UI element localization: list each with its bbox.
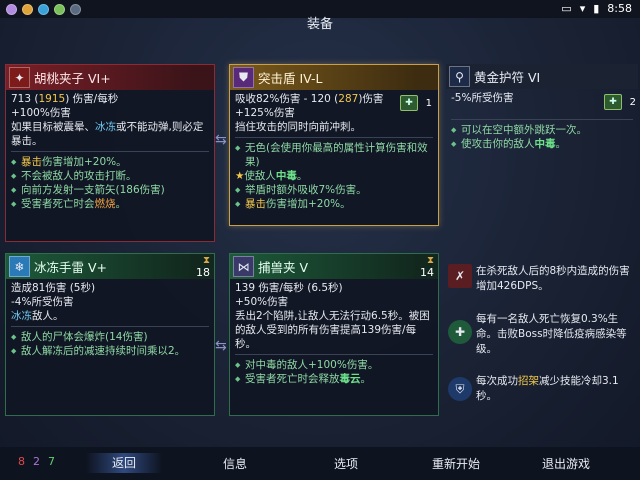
- amulet-icon: ⚲: [449, 66, 470, 87]
- kill-dps-icon: ✗: [448, 264, 472, 288]
- affix: 使攻击你的敌人中毒。: [451, 137, 633, 151]
- back-button[interactable]: 返回: [86, 453, 163, 473]
- item-description: 秒。: [235, 338, 256, 350]
- affix: 举盾时额外吸收7%伤害。: [235, 183, 433, 197]
- mutation-text: 每有一名敌人死亡恢复0.3%生命。击败Boss时降低疫病感染等级。: [476, 313, 627, 355]
- divider: [11, 326, 209, 327]
- swap-arrow-icon: ⇆: [215, 338, 227, 354]
- divider: [235, 137, 433, 138]
- item-name: 捕兽夹 V: [258, 260, 309, 275]
- nutcracker-icon: ✦: [9, 67, 30, 88]
- swap-arrow-icon: ⇆: [215, 132, 227, 148]
- affix: 敌人解冻后的减速持续时间乘以2。: [11, 344, 209, 358]
- mutation-text: 每次成功招架减少技能冷却3.1秒。: [476, 375, 619, 402]
- item-card-golden-amulet[interactable]: ⚲ 黄金护符 VI ✚ 2 -5%所受伤害 可以在空中额外跳跃一次。 使攻击你的…: [446, 64, 638, 184]
- info-button[interactable]: 信息: [223, 455, 247, 472]
- dps-line: 713 (1915) 伤害/每秒: [11, 93, 119, 105]
- damage-bonus: +100%伤害: [11, 107, 71, 119]
- damage-line: 造成81伤害 (5秒): [11, 282, 96, 294]
- ice-grenade-icon: ❄: [9, 256, 30, 277]
- divider: [11, 151, 209, 152]
- damage-bonus: +50%伤害: [235, 296, 289, 308]
- restart-button[interactable]: 重新开始: [432, 455, 480, 472]
- defense-line: -4%所受伤害: [11, 296, 74, 308]
- affix: 向前方发射一支箭矢(186伤害): [11, 183, 209, 197]
- item-name: 冰冻手雷 V+: [34, 260, 107, 275]
- item-description: 的敌人受到的所有伤害提高139伤害/每: [235, 324, 417, 336]
- item-card-wolf-trap[interactable]: ⋈ 捕兽夹 V ⧗ 14 139 伤害/每秒 (6.5秒) +50%伤害 丢出2个…: [229, 253, 439, 416]
- hourglass-icon: ⧗: [426, 254, 434, 266]
- affix: 不会被敌人的攻击打断。: [11, 169, 209, 183]
- affix-continued: 果): [245, 156, 260, 168]
- heal-icon: ✚: [448, 320, 472, 344]
- affix: 暴击伤害增加+20%。: [235, 197, 433, 211]
- item-description: 暴击。: [11, 135, 43, 147]
- item-name: 黄金护符 VI: [474, 70, 541, 85]
- bottom-menu: 827 返回 信息 选项 重新开始 退出游戏: [0, 447, 640, 480]
- cell-counters: 827: [18, 455, 63, 468]
- dps-line: 139 伤害/每秒 (6.5秒): [235, 282, 343, 294]
- quit-game-button[interactable]: 退出游戏: [542, 455, 590, 472]
- red-cell-count: 8: [18, 455, 33, 468]
- trap-icon: ⋈: [233, 256, 254, 277]
- affix: 敌人的尸体会爆炸(14伤害): [11, 330, 209, 344]
- legendary-affix: ★使敌人中毒。: [235, 170, 308, 182]
- cooldown: ⧗ 18: [196, 254, 210, 279]
- divider: [235, 354, 433, 355]
- affix: 可以在空中额外跳跃一次。: [451, 123, 633, 137]
- item-card-ice-grenade[interactable]: ❄ 冰冻手雷 V+ ⧗ 18 造成81伤害 (5秒) -4%所受伤害 冰冻敌人。 …: [5, 253, 215, 416]
- affix: 受害者死亡时会燃烧。: [11, 197, 209, 211]
- affix: 暴击伤害增加+20%。: [11, 155, 209, 169]
- mutation-heal[interactable]: ✚ 每有一名敌人死亡恢复0.3%生命。击败Boss时降低疫病感染等级。: [448, 312, 638, 362]
- options-button[interactable]: 选项: [334, 455, 358, 472]
- scroll-count: 2: [629, 97, 636, 108]
- divider: [451, 119, 633, 120]
- page-title: 装备: [306, 17, 333, 32]
- shield-icon: ⛊: [233, 67, 254, 88]
- affix: 受害者死亡时会释放毒云。: [235, 372, 433, 386]
- scroll-icon: ✚: [400, 95, 418, 111]
- item-card-assault-shield[interactable]: ⛊ 突击盾 IV-L ✚ 1 吸收82%伤害 - 120 (287)伤害 +12…: [229, 64, 439, 226]
- purple-cell-count: 2: [33, 455, 48, 468]
- cooldown: ⧗ 14: [420, 254, 434, 279]
- parry-icon: ⛨: [448, 377, 472, 401]
- item-description: 如果目标被震晕、冰冻或不能动弹,则必定: [11, 121, 204, 133]
- mutation-text: 在杀死敌人后的8秒内造成的伤害增加426DPS。: [476, 265, 630, 292]
- scroll-count: 1: [425, 98, 432, 109]
- green-cell-count: 7: [48, 455, 63, 468]
- item-name: 突击盾 IV-L: [258, 71, 323, 86]
- item-description: 丢出2个陷阱,让敌人无法行动6.5秒。被困: [235, 310, 430, 322]
- affix: 无色(会使用你最高的属性计算伤害和效: [235, 141, 433, 155]
- item-description: 冰冻敌人。: [11, 310, 64, 322]
- mutation-parry[interactable]: ⛨ 每次成功招架减少技能冷却3.1秒。: [448, 374, 638, 408]
- item-card-nutcracker[interactable]: ✦ 胡桃夹子 VI+ 713 (1915) 伤害/每秒 +100%伤害 如果目标…: [5, 64, 215, 242]
- affix: 对中毒的敌人+100%伤害。: [235, 358, 433, 372]
- hourglass-icon: ⧗: [202, 254, 210, 266]
- mutation-kill-dps[interactable]: ✗ 在杀死敌人后的8秒内造成的伤害增加426DPS。: [448, 262, 638, 302]
- item-description: 挡住攻击的同时向前冲刺。: [235, 121, 361, 133]
- scroll-icon: ✚: [604, 94, 622, 110]
- item-name: 胡桃夹子 VI+: [34, 71, 111, 86]
